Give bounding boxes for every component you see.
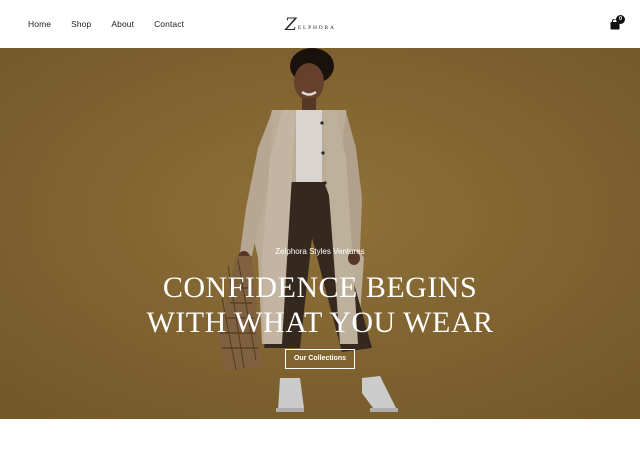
hero-headline: CONFIDENCE BEGINS WITH WHAT YOU WEAR <box>0 270 640 340</box>
main-nav: Home Shop About Contact <box>28 0 204 48</box>
nav-link-shop[interactable]: Shop <box>71 19 91 29</box>
hero-banner: Zelphora Styles Ventures CONFIDENCE BEGI… <box>0 48 640 419</box>
page-below-hero <box>0 419 640 450</box>
hero-headline-line-2: WITH WHAT YOU WEAR <box>146 306 494 339</box>
site-header: Home Shop About Contact Z ELPHORA 0 <box>0 0 640 48</box>
site-logo[interactable]: Z ELPHORA <box>285 14 336 34</box>
cart-count-badge: 0 <box>616 15 625 24</box>
nav-link-contact[interactable]: Contact <box>154 19 184 29</box>
cart-button[interactable]: 0 <box>609 15 629 31</box>
logo-wordmark: ELPHORA <box>297 25 336 31</box>
nav-link-home[interactable]: Home <box>28 19 51 29</box>
hero-headline-line-1: CONFIDENCE BEGINS <box>162 271 478 304</box>
logo-initial: Z <box>285 15 297 35</box>
hero-subtitle: Zelphora Styles Ventures <box>275 247 365 256</box>
our-collections-button[interactable]: Our Collections <box>285 349 355 369</box>
nav-link-about[interactable]: About <box>111 19 134 29</box>
